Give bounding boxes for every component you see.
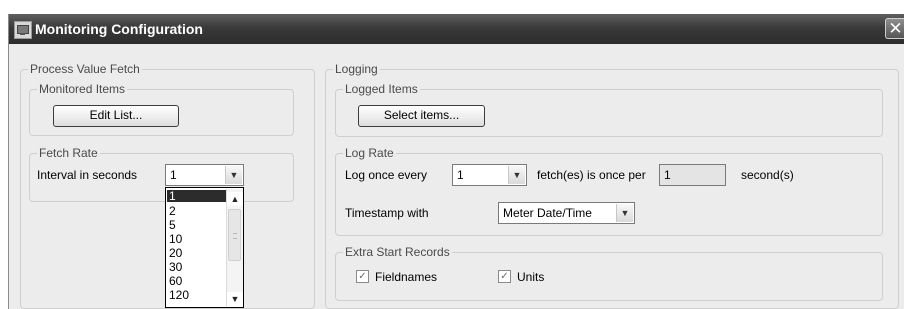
dropdown-option[interactable]: 60 bbox=[167, 275, 228, 287]
interval-dropdown-list[interactable]: 1 2 5 10 20 30 60 120 ▲ ▼ bbox=[165, 187, 244, 308]
dropdown-option[interactable]: 2 bbox=[167, 205, 228, 217]
chevron-down-icon[interactable]: ▼ bbox=[225, 166, 242, 184]
title-bar[interactable]: Monitoring Configuration ✕ bbox=[9, 14, 904, 44]
scroll-down-icon[interactable]: ▼ bbox=[227, 292, 243, 306]
interval-value: 1 bbox=[170, 168, 177, 182]
extra-start-records-legend: Extra Start Records bbox=[343, 245, 452, 259]
edit-list-button[interactable]: Edit List... bbox=[53, 105, 179, 127]
interval-select[interactable]: 1 ▼ bbox=[165, 164, 244, 186]
logged-items-legend: Logged Items bbox=[343, 82, 420, 96]
fetches-label: fetch(es) is once per bbox=[537, 168, 646, 182]
close-button[interactable]: ✕ bbox=[885, 18, 904, 39]
seconds-field[interactable]: 1 bbox=[659, 164, 726, 186]
monitoring-configuration-window: Monitoring Configuration ✕ Process Value… bbox=[8, 14, 904, 309]
dropdown-option[interactable]: 5 bbox=[167, 219, 228, 231]
timestamp-label: Timestamp with bbox=[345, 206, 429, 220]
window-title: Monitoring Configuration bbox=[35, 21, 203, 37]
fetch-rate-legend: Fetch Rate bbox=[37, 146, 100, 160]
timestamp-select[interactable]: Meter Date/Time ▼ bbox=[498, 202, 635, 224]
dropdown-option[interactable]: 10 bbox=[167, 233, 228, 245]
log-once-value: 1 bbox=[457, 168, 464, 182]
chevron-down-icon[interactable]: ▼ bbox=[616, 204, 633, 222]
interval-label: Interval in seconds bbox=[37, 168, 138, 182]
scroll-up-icon[interactable]: ▲ bbox=[227, 192, 243, 206]
units-checkbox[interactable]: ✓ bbox=[498, 270, 511, 283]
scrollbar-thumb[interactable] bbox=[228, 209, 241, 261]
fieldnames-checkbox[interactable]: ✓ bbox=[356, 270, 369, 283]
dropdown-scrollbar[interactable]: ▲ ▼ bbox=[226, 189, 243, 306]
dropdown-option[interactable]: 1 bbox=[167, 190, 228, 202]
process-value-fetch-legend: Process Value Fetch bbox=[28, 62, 142, 76]
dropdown-option[interactable]: 20 bbox=[167, 247, 228, 259]
select-items-button[interactable]: Select items... bbox=[358, 105, 485, 127]
dropdown-option[interactable]: 120 bbox=[167, 289, 228, 301]
seconds-label: second(s) bbox=[741, 168, 794, 182]
logging-legend: Logging bbox=[333, 62, 380, 76]
chevron-down-icon[interactable]: ▼ bbox=[508, 166, 525, 184]
timestamp-value: Meter Date/Time bbox=[503, 206, 592, 220]
log-once-select[interactable]: 1 ▼ bbox=[452, 164, 527, 186]
units-label: Units bbox=[517, 270, 545, 284]
app-icon bbox=[14, 21, 32, 39]
fieldnames-label: Fieldnames bbox=[375, 270, 438, 284]
log-rate-legend: Log Rate bbox=[343, 146, 396, 160]
log-once-label: Log once every bbox=[345, 168, 428, 182]
dropdown-option[interactable]: 30 bbox=[167, 261, 228, 273]
seconds-value: 1 bbox=[664, 168, 671, 182]
monitored-items-legend: Monitored Items bbox=[37, 82, 128, 96]
